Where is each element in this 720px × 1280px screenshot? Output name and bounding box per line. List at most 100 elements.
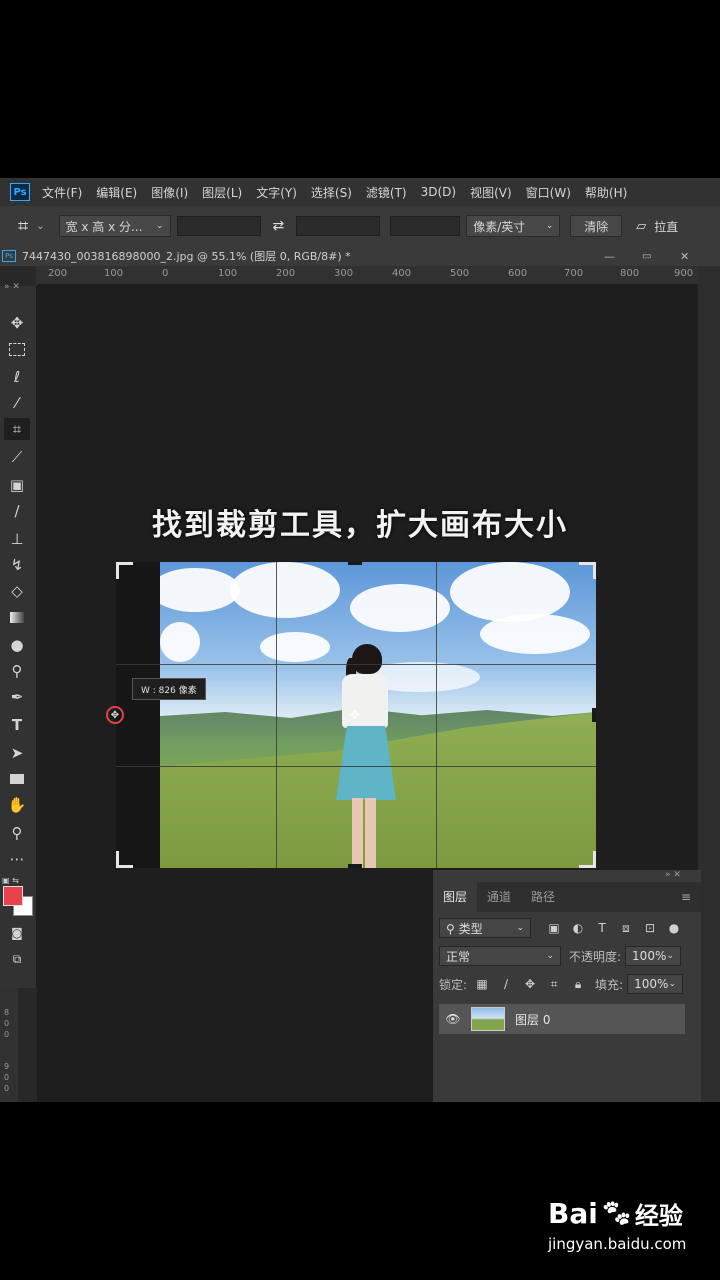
lock-all-icon[interactable]: 🔒︎	[569, 975, 587, 993]
layer-row[interactable]: 👁︎ 图层 0	[439, 1004, 685, 1034]
visibility-eye-icon[interactable]: 👁︎	[439, 1012, 467, 1026]
menu-select[interactable]: 选择(S)	[311, 184, 352, 201]
move-tool-icon[interactable]: ✥	[4, 312, 30, 334]
type-tool-icon[interactable]: T	[4, 714, 30, 736]
default-colors-icon[interactable]: ▣ ⇆	[2, 876, 19, 885]
rectangle-tool-icon[interactable]	[4, 768, 30, 790]
lasso-tool-icon[interactable]: ℓ	[4, 366, 30, 388]
filter-kind-dropdown[interactable]: ⚲ 类型 ⌄	[439, 918, 531, 938]
chevron-down-icon[interactable]: ⌄	[36, 221, 44, 232]
lock-artboard-icon[interactable]: ⌗	[545, 975, 563, 993]
photo-meadow-girl: ✥	[160, 562, 596, 868]
close-icon[interactable]: ✕	[680, 250, 689, 263]
lock-transparent-icon[interactable]: ▦	[473, 975, 491, 993]
ratio-dropdown[interactable]: 宽 x 高 x 分... ⌄	[58, 215, 171, 237]
crop-corner-handle[interactable]	[579, 851, 596, 868]
ps-logo: Ps	[10, 183, 30, 201]
path-selection-icon[interactable]: ➤	[4, 742, 30, 764]
document-title[interactable]: 7447430_003816898000_2.jpg @ 55.1% (图层 0…	[22, 248, 351, 264]
menu-type[interactable]: 文字(Y)	[256, 184, 297, 201]
minimize-icon[interactable]: —	[604, 250, 615, 263]
menu-window[interactable]: 窗口(W)	[526, 184, 571, 201]
more-tools-icon[interactable]: ⋯	[4, 848, 30, 870]
menu-view[interactable]: 视图(V)	[470, 184, 512, 201]
type-filter-icon[interactable]: T	[593, 919, 611, 937]
crop-grid-line	[116, 664, 596, 665]
quick-mask-icon[interactable]: ◙	[4, 922, 30, 944]
straighten-label[interactable]: 拉直	[654, 218, 678, 235]
hand-tool-icon[interactable]: ✋	[4, 794, 30, 816]
lock-image-icon[interactable]: ∕	[497, 975, 515, 993]
layer-name[interactable]: 图层 0	[515, 1011, 550, 1028]
menu-filter[interactable]: 滤镜(T)	[366, 184, 407, 201]
dodge-tool-icon[interactable]: ⚲	[4, 660, 30, 682]
chevron-down-icon: ⌄	[516, 923, 524, 933]
width-input[interactable]	[176, 216, 261, 236]
panel-menu-icon[interactable]: ≡	[681, 890, 691, 904]
cloud	[450, 562, 570, 622]
ruler-digit: 0	[4, 1073, 10, 1082]
crop-bottom-handle[interactable]	[348, 864, 362, 868]
fill-input[interactable]: 100% ⌄	[627, 974, 684, 994]
ps-document-icon: Ps	[2, 250, 16, 262]
blend-mode-dropdown[interactable]: 正常 ⌄	[439, 946, 561, 966]
shape-filter-icon[interactable]: ⧈	[617, 919, 635, 937]
crop-top-handle[interactable]	[348, 561, 362, 565]
eyedropper-icon[interactable]: ⟋	[4, 446, 30, 468]
ruler-digit: 0	[4, 1030, 10, 1039]
menu-edit[interactable]: 编辑(E)	[96, 184, 137, 201]
crop-area[interactable]: ✥	[116, 561, 596, 868]
swap-icon[interactable]: ⇄	[273, 218, 285, 234]
menu-image[interactable]: 图像(I)	[151, 184, 188, 201]
lock-position-icon[interactable]: ✥	[521, 975, 539, 993]
ruler-digit: 9	[4, 1062, 10, 1071]
history-brush-icon[interactable]: ↯	[4, 554, 30, 576]
menu-file[interactable]: 文件(F)	[42, 184, 82, 201]
crop-tool-preset-icon[interactable]: ⌗	[18, 216, 28, 237]
crop-grid-line	[436, 562, 437, 868]
zoom-tool-icon[interactable]: ⚲	[4, 822, 30, 844]
blur-tool-icon[interactable]: ●	[4, 634, 30, 656]
healing-brush-icon[interactable]: ▣	[4, 474, 30, 496]
toolbar-collapse-icon[interactable]: » ✕	[4, 282, 20, 292]
resolution-input[interactable]	[390, 216, 461, 236]
marquee-tool-icon[interactable]	[4, 338, 30, 360]
adjustment-filter-icon[interactable]: ◐	[569, 919, 587, 937]
chevron-down-icon: ⌄	[155, 221, 164, 231]
height-input[interactable]	[296, 216, 381, 236]
crop-corner-handle[interactable]	[579, 562, 596, 579]
ruler-label: 700	[564, 268, 584, 279]
screen-mode-icon[interactable]: ⧉	[4, 948, 30, 970]
menu-3d[interactable]: 3D(D)	[421, 185, 456, 199]
eraser-icon[interactable]: ◇	[4, 580, 30, 602]
magic-wand-icon[interactable]: ⁄	[4, 392, 30, 414]
cloud	[160, 622, 200, 662]
restore-icon[interactable]: ▭	[642, 251, 651, 262]
panel-collapse-icon[interactable]: » ✕	[665, 870, 681, 880]
vertical-scrollbar[interactable]	[698, 266, 720, 1102]
clear-button[interactable]: 清除	[570, 215, 623, 237]
straighten-icon[interactable]: ⏥	[636, 219, 646, 234]
cloud	[350, 584, 450, 632]
ruler-label: 400	[392, 268, 412, 279]
document-tab-bar: Ps 7447430_003816898000_2.jpg @ 55.1% (图…	[0, 246, 720, 266]
tab-layers[interactable]: 图层	[433, 882, 478, 912]
tab-channels[interactable]: 通道	[477, 882, 521, 912]
tab-paths[interactable]: 路径	[521, 882, 565, 912]
gradient-icon[interactable]	[4, 606, 30, 628]
menu-layer[interactable]: 图层(L)	[202, 184, 242, 201]
crop-tool-icon[interactable]: ⌗	[4, 418, 30, 440]
pixel-filter-icon[interactable]: ▣	[545, 919, 563, 937]
smart-object-filter-icon[interactable]: ⊡	[641, 919, 659, 937]
crop-corner-handle[interactable]	[116, 562, 133, 579]
lock-row: 锁定: ▦ ∕ ✥ ⌗ 🔒︎ 填充: 100% ⌄	[433, 970, 701, 998]
pen-tool-icon[interactable]: ✒	[4, 686, 30, 708]
crop-corner-handle[interactable]	[116, 851, 133, 868]
filter-toggle-icon[interactable]: ●	[665, 919, 683, 937]
menu-help[interactable]: 帮助(H)	[585, 184, 627, 201]
crop-right-handle[interactable]	[592, 708, 596, 722]
foreground-color-swatch[interactable]	[3, 886, 23, 906]
opacity-input[interactable]: 100% ⌄	[625, 946, 682, 966]
units-dropdown[interactable]: 像素/英寸 ⌄	[466, 215, 561, 237]
blend-row: 正常 ⌄ 不透明度: 100% ⌄	[433, 942, 701, 970]
